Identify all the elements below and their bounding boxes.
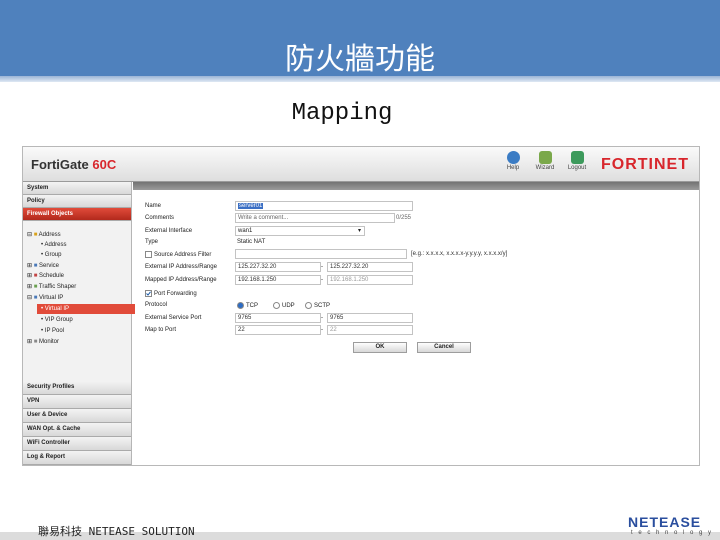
tree-address[interactable]: ⊟ ■ Address xyxy=(27,230,61,240)
logout-button[interactable]: Logout xyxy=(561,151,593,179)
tree-schedule[interactable]: ⊞ ■ Schedule xyxy=(27,271,64,281)
wizard-button[interactable]: Wizard xyxy=(529,151,561,179)
slide-title: 防火牆功能 xyxy=(285,42,435,77)
ext-ip-dash: - xyxy=(321,264,323,270)
wizard-label: Wizard xyxy=(535,165,555,171)
map-port-label: Map to Port xyxy=(145,327,177,333)
tree-monitor[interactable]: ⊞ ■ Monitor xyxy=(27,337,59,347)
nav-system[interactable]: System xyxy=(23,182,131,195)
tree-address-group[interactable]: • Group xyxy=(41,250,61,260)
logout-label: Logout xyxy=(567,165,587,171)
brand-model: 60C xyxy=(92,157,117,172)
comments-field[interactable]: Write a comment... xyxy=(235,213,395,223)
fortinet-logo: FORTINET xyxy=(601,156,689,173)
nav-vpn[interactable]: VPN xyxy=(23,395,131,409)
ext-ip-from[interactable]: 125.227.32.20 xyxy=(235,262,321,272)
ok-button[interactable]: OK xyxy=(353,342,407,353)
tree-vip-group[interactable]: • VIP Group xyxy=(41,315,73,325)
netease-logo: NETEASE xyxy=(628,514,702,530)
src-filter-hint: [e.g.: x.x.x.x, x.x.x.x-y.y.y.y, x.x.x.x… xyxy=(411,251,508,257)
map-port-from[interactable]: 22 xyxy=(235,325,321,335)
radio-selected-icon xyxy=(237,302,244,309)
tree-address-address[interactable]: • Address xyxy=(41,240,66,250)
protocol-tcp[interactable]: TCP xyxy=(237,302,258,309)
mapped-ip-to[interactable]: 192.168.1.250 xyxy=(327,275,413,285)
brand: FortiGate 60C xyxy=(31,157,116,172)
cancel-button[interactable]: Cancel xyxy=(417,342,471,353)
ext-port-label: External Service Port xyxy=(145,315,202,321)
tree-virtual-ip-virtual-ip[interactable]: • Virtual IP xyxy=(37,304,135,314)
protocol-udp[interactable]: UDP xyxy=(273,302,295,309)
name-label: Name xyxy=(145,203,162,209)
type-label: Type xyxy=(145,239,159,245)
type-value: Static NAT xyxy=(237,239,266,245)
ext-iface-select[interactable]: wan1 ▾ xyxy=(235,226,365,236)
ext-ip-label: External IP Address/Range xyxy=(145,264,217,270)
protocol-sctp[interactable]: SCTP xyxy=(305,302,330,309)
ext-ip-to[interactable]: 125.227.32.20 xyxy=(327,262,413,272)
ext-port-dash: - xyxy=(321,315,323,321)
fortigate-header: FortiGate 60C Help Wizard Logout FORTINE… xyxy=(23,147,699,182)
tree-service[interactable]: ⊞ ■ Service xyxy=(27,261,59,271)
nav-firewall-objects[interactable]: Firewall Objects xyxy=(23,208,131,221)
nav-log-report[interactable]: Log & Report xyxy=(23,451,131,465)
help-label: Help xyxy=(506,165,520,171)
tree-traffic-shaper[interactable]: ⊞ ■ Traffic Shaper xyxy=(27,282,76,292)
map-port-dash: - xyxy=(321,327,323,333)
src-filter-field[interactable] xyxy=(235,249,407,259)
tree-ip-pool[interactable]: • IP Pool xyxy=(41,326,64,336)
map-port-to[interactable]: 22 xyxy=(327,325,413,335)
radio-icon xyxy=(305,302,312,309)
mapped-ip-from[interactable]: 192.168.1.250 xyxy=(235,275,321,285)
content-top-bar xyxy=(133,182,699,190)
fortigate-window: FortiGate 60C Help Wizard Logout FORTINE… xyxy=(22,146,700,466)
mapped-ip-dash: - xyxy=(321,277,323,283)
nav-wifi-controller[interactable]: WiFi Controller xyxy=(23,437,131,451)
nav-security-profiles[interactable]: Security Profiles xyxy=(23,381,131,395)
src-filter-checkbox[interactable] xyxy=(145,251,152,258)
ext-iface-label: External Interface xyxy=(145,228,193,234)
port-fwd-row[interactable]: Port Forwarding xyxy=(145,290,197,297)
logout-icon xyxy=(570,151,584,164)
comments-label: Comments xyxy=(145,215,175,221)
port-fwd-checkbox[interactable] xyxy=(145,290,152,297)
check-icon xyxy=(146,291,151,296)
tree-virtual-ip[interactable]: ⊟ ■ Virtual IP xyxy=(27,293,63,303)
src-filter-row[interactable]: Source Address Filter xyxy=(145,251,211,258)
ext-port-from[interactable]: 9765 xyxy=(235,313,321,323)
nav-policy[interactable]: Policy xyxy=(23,195,131,208)
radio-icon xyxy=(273,302,280,309)
nav-user-device[interactable]: User & Device xyxy=(23,409,131,423)
help-icon xyxy=(506,151,520,164)
help-button[interactable]: Help xyxy=(497,151,529,179)
protocol-label: Protocol xyxy=(145,302,168,308)
nav-bottom: Security Profiles VPN User & Device WAN … xyxy=(23,381,131,465)
slide-subtitle: Mapping xyxy=(291,100,393,127)
mapped-ip-label: Mapped IP Address/Range xyxy=(145,277,217,283)
nav-wan-opt[interactable]: WAN Opt. & Cache xyxy=(23,423,131,437)
wizard-icon xyxy=(538,151,552,164)
nav-sidebar: System Policy Firewall Objects ⊟ ■ Addre… xyxy=(23,182,135,465)
brand-prefix: FortiGate xyxy=(31,157,89,172)
comments-count: 0/255 xyxy=(396,215,412,221)
vip-form: Name server01 Comments Write a comment..… xyxy=(133,182,699,465)
name-field[interactable]: server01 xyxy=(235,201,413,211)
footer-text: 聯易科技 NETEASE SOLUTION xyxy=(38,525,195,538)
ext-port-to[interactable]: 9765 xyxy=(327,313,413,323)
netease-tagline: t e c h n o l o g y xyxy=(631,530,714,536)
chevron-down-icon: ▾ xyxy=(357,228,361,234)
